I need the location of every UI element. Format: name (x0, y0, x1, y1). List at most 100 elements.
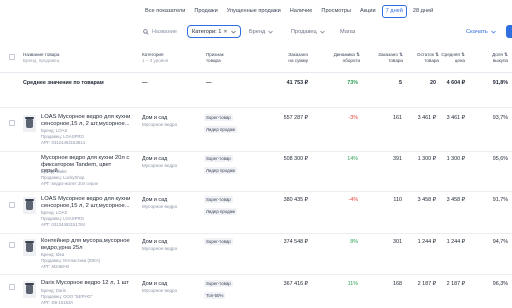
column-avg-price-sub: цена (454, 57, 465, 63)
category-level-2: Мусорное ведро (142, 122, 178, 127)
divider (0, 233, 512, 234)
table-row[interactable]: Daris Мусорное ведро 12 л, 1 шт Бренд: D… (0, 280, 512, 308)
dynamics-value: -4% (348, 197, 358, 203)
store-dropdown[interactable]: Магаз (340, 25, 355, 38)
column-ordered-sub: товара (388, 57, 403, 63)
column-category-label: Категория (142, 52, 164, 57)
seller-dropdown[interactable]: Продавец (291, 25, 325, 38)
download-button[interactable]: Скачать (466, 25, 496, 38)
share-value: 91,7% (492, 197, 508, 203)
divider (0, 72, 512, 73)
category-level-2: Мусорное ведро (142, 246, 178, 251)
column-sign[interactable]: Признак товара (206, 52, 224, 63)
category-filter-chip[interactable]: Категори: 1 ✕ (187, 25, 241, 38)
badge-super: Super-товар (204, 238, 233, 245)
filter-bar: Название Категори: 1 ✕ Бренд Продавец Ма… (0, 25, 512, 39)
column-name-sub: Бренд, продавец (23, 57, 60, 63)
category-level-2: Мусорное ведро (142, 204, 178, 209)
column-ordered[interactable]: Заказано ⇅ товара (370, 52, 403, 63)
average-dynamics: 73% (347, 80, 358, 86)
avg-price-value: 1 244 ₽ (446, 239, 465, 245)
average-ordered: 5 (399, 80, 402, 86)
search-placeholder: Название (152, 28, 177, 35)
product-name[interactable]: Контейнер для мусора,мусорное ведро,урна… (41, 238, 134, 251)
column-ordered-label: Заказано ⇅ (378, 52, 403, 57)
clear-icon[interactable]: ✕ (223, 29, 227, 35)
table-row[interactable]: Мусорное ведро для кухни 20л с фиксаторо… (0, 155, 512, 195)
revenue-value: 508 300 ₽ (283, 156, 308, 162)
product-seller: Продавец: LOASPRO (41, 216, 84, 221)
share-value: 94,7% (492, 239, 508, 245)
badge-top: Топ-50% (204, 292, 226, 299)
column-revenue-label: Заказано (288, 52, 308, 57)
column-sign-sub: товара (206, 57, 221, 63)
badge-super: Super-товар (204, 114, 233, 121)
column-avg-price[interactable]: Средняя ⇅ цена (435, 52, 465, 63)
dynamics-value: 11% (347, 281, 358, 287)
tab-availability[interactable]: Наличие (287, 5, 316, 18)
avg-price-value: 3 461 ₽ (446, 115, 465, 121)
brand-dropdown[interactable]: Бренд (249, 25, 273, 38)
column-category-sub: 1 – 3 уровня (142, 57, 169, 63)
period-tabs: Все показатели Продажи Упущенные продажи… (142, 4, 439, 18)
table-row[interactable]: LOAS Мусорное ведро для кухни сенсорное,… (0, 196, 512, 236)
row-checkbox[interactable] (9, 120, 15, 126)
ordered-value: 301 (393, 239, 402, 245)
product-name[interactable]: LOAS Мусорное ведро для кухни сенсорное,… (41, 196, 134, 209)
column-category[interactable]: Категория 1 – 3 уровня (142, 52, 168, 63)
badge-leader: Лидер продаж (204, 208, 238, 215)
product-seller: Продавец: ООО "БЕРНО" (41, 294, 93, 299)
avg-price-value: 3 458 ₽ (446, 197, 465, 203)
row-checkbox[interactable] (9, 242, 15, 248)
share-value: 96,3% (492, 281, 508, 287)
column-revenue[interactable]: Заказано на сумму (284, 52, 308, 63)
product-brand: Бренд: LOAS (41, 210, 68, 215)
average-category: — (142, 80, 148, 86)
tab-views[interactable]: Просмотры (318, 5, 354, 18)
product-brand: Бренд: Idea (41, 252, 65, 257)
product-article: АРТ: М2469-В (41, 264, 69, 269)
product-image[interactable] (23, 197, 36, 214)
store-dropdown-label: Магаз (340, 28, 356, 35)
tab-28-days[interactable]: 28 дней (410, 5, 436, 18)
ordered-value: 161 (393, 115, 402, 121)
tab-promotions[interactable]: Акции (357, 5, 379, 18)
ordered-value: 110 (393, 197, 402, 203)
average-label: Среднее значение по товарам (23, 80, 104, 86)
table-row[interactable]: Контейнер для мусора,мусорное ведро,урна… (0, 238, 512, 278)
tab-lost-sales[interactable]: Упущенные продажи (224, 5, 284, 18)
table-header: Название товара Бренд, продавец Категори… (0, 52, 512, 74)
chevron-down-icon (268, 30, 273, 33)
select-all-checkbox[interactable] (9, 54, 15, 60)
average-revenue: 41 753 ₽ (286, 80, 308, 86)
search-input[interactable]: Название (143, 25, 177, 38)
product-image[interactable] (23, 115, 36, 132)
row-checkbox[interactable] (9, 202, 15, 208)
tab-sales[interactable]: Продажи (191, 5, 220, 18)
product-image[interactable] (23, 281, 36, 298)
column-share[interactable]: Доля ⇅ выкупа (480, 52, 508, 63)
column-share-sub: выкупа (492, 57, 508, 63)
column-name-label: Название товара (23, 52, 60, 57)
tab-7-days[interactable]: 7 дней (381, 4, 407, 18)
row-checkbox[interactable] (9, 284, 15, 290)
column-name[interactable]: Название товара Бренд, продавец (23, 52, 59, 63)
product-seller: Продавец: LuckyShop (41, 175, 85, 180)
avg-price-value: 2 187 ₽ (446, 281, 465, 287)
share-value: 95,6% (492, 156, 508, 162)
tab-all-metrics[interactable]: Все показатели (142, 5, 188, 18)
product-article: АРТ: 03124453153814 (41, 140, 86, 145)
add-button[interactable] (506, 25, 512, 38)
column-dynamics[interactable]: Динамика ⇅ оборота (330, 52, 360, 63)
ordered-value: 391 (393, 156, 402, 162)
badge-super: Super-товар (204, 196, 233, 203)
product-name[interactable]: LOAS Мусорное ведро для кухни сенсорное,… (41, 114, 134, 127)
column-share-label: Доля ⇅ (492, 52, 508, 57)
product-image[interactable] (23, 239, 36, 256)
table-row[interactable]: LOAS Мусорное ведро для кухни сенсорное,… (0, 114, 512, 154)
product-name[interactable]: Daris Мусорное ведро 12 л, 1 шт (41, 280, 134, 287)
average-sign: — (206, 80, 212, 86)
chevron-down-icon (319, 30, 325, 33)
avg-price-value: 1 300 ₽ (446, 156, 465, 162)
product-brand: Бренд: Violet (41, 169, 67, 174)
